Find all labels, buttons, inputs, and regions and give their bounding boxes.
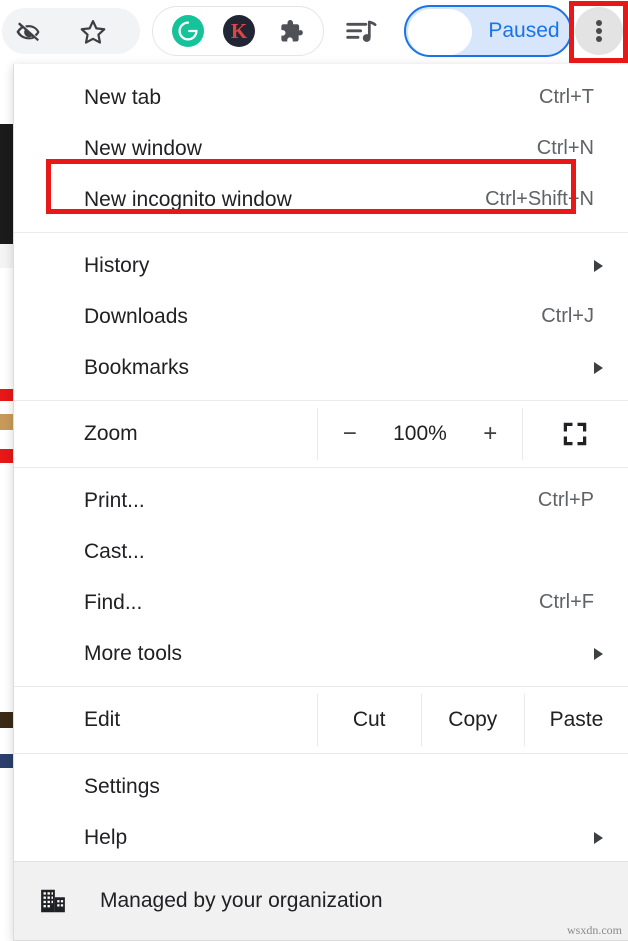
menu-item-settings[interactable]: Settings [14,761,628,812]
menu-item-help[interactable]: Help [14,812,628,863]
media-playlist-icon[interactable] [345,16,379,48]
zoom-controls: − 100% + [317,408,522,460]
edit-paste-button[interactable]: Paste [524,694,628,746]
menu-item-shortcut: Ctrl+P [538,489,594,512]
menu-item-find[interactable]: Find... Ctrl+F [14,577,628,628]
zoom-label: Zoom [14,408,317,460]
chevron-right-icon [594,832,603,844]
menu-item-cast[interactable]: Cast... [14,526,628,577]
menu-separator [14,400,628,401]
menu-item-shortcut: Ctrl+T [539,86,594,109]
chevron-right-icon [594,648,603,660]
organization-building-icon [38,886,68,916]
watermark: wsxdn.com [567,923,622,938]
menu-item-new-incognito-window[interactable]: New incognito window Ctrl+Shift+N [14,174,628,225]
menu-item-shortcut: Ctrl+F [539,591,594,614]
menu-separator [14,232,628,233]
menu-item-shortcut: Ctrl+N [537,137,594,160]
chevron-right-icon [594,362,603,374]
menu-item-downloads[interactable]: Downloads Ctrl+J [14,291,628,342]
menu-item-label: New tab [84,86,161,110]
menu-dot-middle [596,28,602,34]
menu-item-label: Downloads [84,305,188,329]
menu-separator [14,686,628,687]
menu-item-label: New incognito window [84,188,292,212]
grammarly-extension-icon[interactable] [172,15,204,47]
kaspersky-letter: K [231,19,247,44]
menu-item-label: Help [84,826,127,850]
menu-item-bookmarks[interactable]: Bookmarks [14,342,628,393]
kaspersky-extension-icon[interactable]: K [223,15,255,47]
paused-badge-label: Paused [478,7,570,55]
menu-item-label: Find... [84,591,142,615]
menu-item-history[interactable]: History [14,240,628,291]
menu-item-new-tab[interactable]: New tab Ctrl+T [14,72,628,123]
zoom-in-button[interactable]: + [470,420,510,448]
managed-by-organization-footer[interactable]: Managed by your organization [14,861,628,940]
menu-item-print[interactable]: Print... Ctrl+P [14,475,628,526]
media-paused-badge[interactable]: Paused [404,5,572,57]
star-icon[interactable] [72,14,114,50]
chevron-right-icon [594,260,603,272]
edit-cut-button[interactable]: Cut [317,694,421,746]
chrome-main-menu: New tab Ctrl+T New window Ctrl+N New inc… [13,64,628,941]
menu-item-label: Settings [84,775,160,799]
paused-badge-knob [408,9,472,55]
browser-toolbar: K Paused [0,0,628,64]
chrome-browser-screenshot: K Paused [0,0,628,941]
menu-dot-top [596,20,602,26]
edit-copy-button[interactable]: Copy [421,694,524,746]
fullscreen-button[interactable] [522,408,628,460]
menu-item-label: More tools [84,642,182,666]
menu-item-new-window[interactable]: New window Ctrl+N [14,123,628,174]
puzzle-piece-icon[interactable] [275,16,305,46]
menu-item-label: Print... [84,489,145,513]
menu-item-label: Bookmarks [84,356,189,380]
edit-label-text: Edit [84,708,120,732]
menu-item-label: Cast... [84,540,145,564]
edit-label: Edit [14,694,317,746]
menu-separator [14,753,628,754]
menu-item-more-tools[interactable]: More tools [14,628,628,679]
menu-item-label: New window [84,137,202,161]
background-page-sliver [0,64,13,941]
menu-separator [14,467,628,468]
menu-item-shortcut: Ctrl+Shift+N [485,188,594,211]
managed-by-organization-label: Managed by your organization [100,889,383,913]
zoom-label-text: Zoom [84,422,138,446]
zoom-level-value: 100% [393,422,447,446]
menu-item-shortcut: Ctrl+J [541,305,594,328]
zoom-out-button[interactable]: − [330,420,370,448]
menu-edit-row: Edit Cut Copy Paste [14,694,628,746]
menu-item-label: History [84,254,149,278]
three-dot-menu-icon[interactable] [575,7,623,55]
eye-slash-icon[interactable] [8,14,50,50]
fullscreen-icon [560,419,590,449]
menu-zoom-row: Zoom − 100% + [14,408,628,460]
menu-dot-bottom [596,36,602,42]
